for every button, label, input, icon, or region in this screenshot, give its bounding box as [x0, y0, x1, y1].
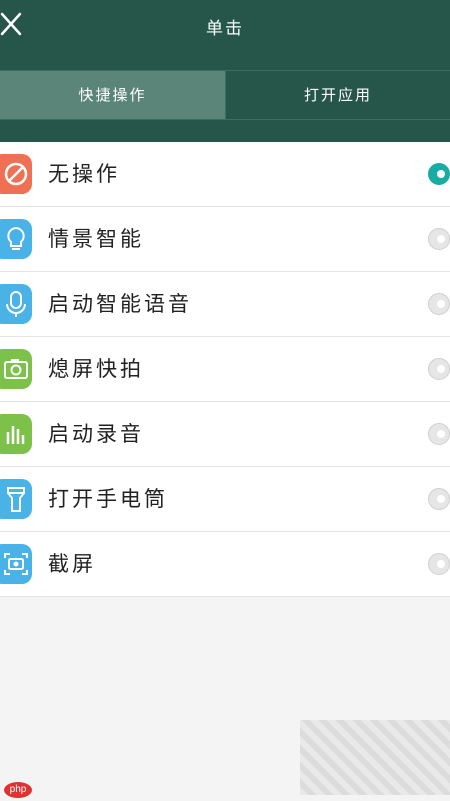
- screenshot-icon: [0, 544, 32, 584]
- option-screenshot[interactable]: 截屏: [0, 532, 450, 597]
- camera-icon: [0, 349, 32, 389]
- option-start-recording[interactable]: 启动录音: [0, 402, 450, 467]
- option-label: 情景智能: [48, 227, 144, 251]
- tab-bar: 快捷操作 打开应用: [0, 70, 450, 120]
- option-radio[interactable]: [428, 553, 450, 575]
- tab-shortcut-actions[interactable]: 快捷操作: [0, 71, 225, 119]
- option-radio[interactable]: [428, 163, 450, 185]
- options-list: 无操作 情景智能 启动智能语音 熄屏快拍 启动录音 打开手电筒 截屏: [0, 142, 450, 597]
- watermark-pattern: [300, 720, 450, 795]
- microphone-icon: [0, 284, 32, 324]
- option-radio[interactable]: [428, 358, 450, 380]
- option-label: 启动智能语音: [48, 292, 192, 316]
- option-radio[interactable]: [428, 488, 450, 510]
- option-no-action[interactable]: 无操作: [0, 142, 450, 207]
- option-screen-off-snapshot[interactable]: 熄屏快拍: [0, 337, 450, 402]
- no-action-icon: [0, 154, 32, 194]
- option-label: 无操作: [48, 162, 120, 186]
- option-label: 打开手电筒: [48, 487, 168, 511]
- option-label: 启动录音: [48, 422, 144, 446]
- header: 单击 快捷操作 打开应用: [0, 0, 450, 142]
- option-smart-voice[interactable]: 启动智能语音: [0, 272, 450, 337]
- php-logo: php: [4, 782, 32, 798]
- tab-open-app[interactable]: 打开应用: [225, 71, 450, 119]
- lightbulb-icon: [0, 219, 32, 259]
- option-label: 截屏: [48, 552, 96, 576]
- option-flashlight[interactable]: 打开手电筒: [0, 467, 450, 532]
- audio-bars-icon: [0, 414, 32, 454]
- option-radio[interactable]: [428, 423, 450, 445]
- flashlight-icon: [0, 479, 32, 519]
- option-label: 熄屏快拍: [48, 357, 144, 381]
- option-scene-intelligence[interactable]: 情景智能: [0, 207, 450, 272]
- option-radio[interactable]: [428, 228, 450, 250]
- option-radio[interactable]: [428, 293, 450, 315]
- page-title: 单击: [206, 19, 244, 39]
